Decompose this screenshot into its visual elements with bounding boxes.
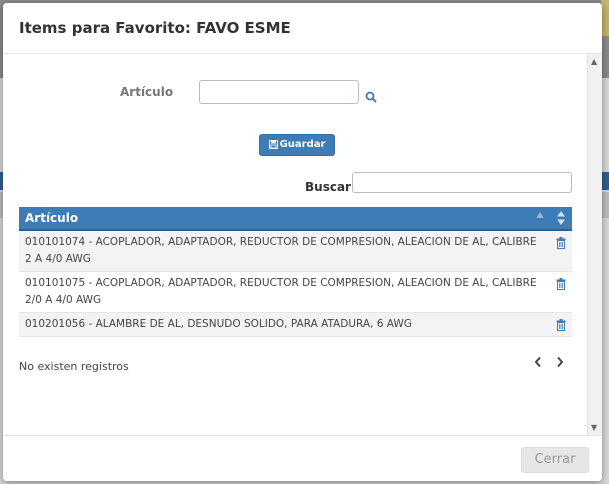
modal-scrollbar[interactable]: ▲ ▼	[587, 54, 602, 435]
chevron-right-icon[interactable]	[555, 356, 565, 368]
buscar-label: Buscar	[305, 180, 351, 194]
modal-body: Artículo Guardar Buscar Artículo 0101010…	[3, 54, 602, 435]
row-text: 010201056 - ALAMBRE DE AL, DESNUDO SOLID…	[25, 318, 412, 330]
chevron-left-icon[interactable]	[533, 356, 543, 368]
articulo-label: Artículo	[120, 85, 174, 99]
articulo-input[interactable]	[199, 80, 359, 104]
background-accent	[601, 0, 609, 36]
cerrar-button[interactable]: Cerrar	[521, 447, 589, 473]
articulos-table: Artículo 010101074 - ACOPLADOR, ADAPTADO…	[19, 207, 572, 337]
column-header-articulo[interactable]: Artículo	[25, 211, 78, 225]
modal-header: Items para Favorito: FAVO ESME	[3, 3, 602, 54]
row-text: 010101075 - ACOPLADOR, ADAPTADOR, REDUCT…	[25, 277, 537, 306]
favorites-modal: Items para Favorito: FAVO ESME Artículo …	[3, 3, 602, 481]
trash-icon[interactable]	[556, 278, 566, 290]
sort-asc-icon	[536, 212, 544, 218]
scroll-up-icon[interactable]: ▲	[591, 57, 597, 66]
search-icon[interactable]	[365, 91, 377, 103]
table-header[interactable]: Artículo	[19, 207, 572, 231]
table-row[interactable]: 010101074 - ACOPLADOR, ADAPTADOR, REDUCT…	[19, 231, 572, 272]
save-icon	[268, 139, 278, 149]
modal-title: Items para Favorito: FAVO ESME	[19, 19, 291, 37]
pagination-status: No existen registros	[19, 360, 129, 373]
modal-footer: Cerrar	[3, 435, 602, 481]
guardar-button[interactable]: Guardar	[259, 134, 335, 156]
scroll-down-icon[interactable]: ▼	[591, 423, 597, 432]
guardar-label: Guardar	[279, 139, 326, 150]
row-text: 010101074 - ACOPLADOR, ADAPTADOR, REDUCT…	[25, 236, 537, 265]
trash-icon[interactable]	[556, 237, 566, 249]
buscar-input[interactable]	[352, 172, 572, 193]
sort-icon[interactable]	[556, 210, 566, 226]
table-row[interactable]: 010201056 - ALAMBRE DE AL, DESNUDO SOLID…	[19, 313, 572, 337]
table-row[interactable]: 010101075 - ACOPLADOR, ADAPTADOR, REDUCT…	[19, 272, 572, 313]
trash-icon[interactable]	[556, 319, 566, 331]
